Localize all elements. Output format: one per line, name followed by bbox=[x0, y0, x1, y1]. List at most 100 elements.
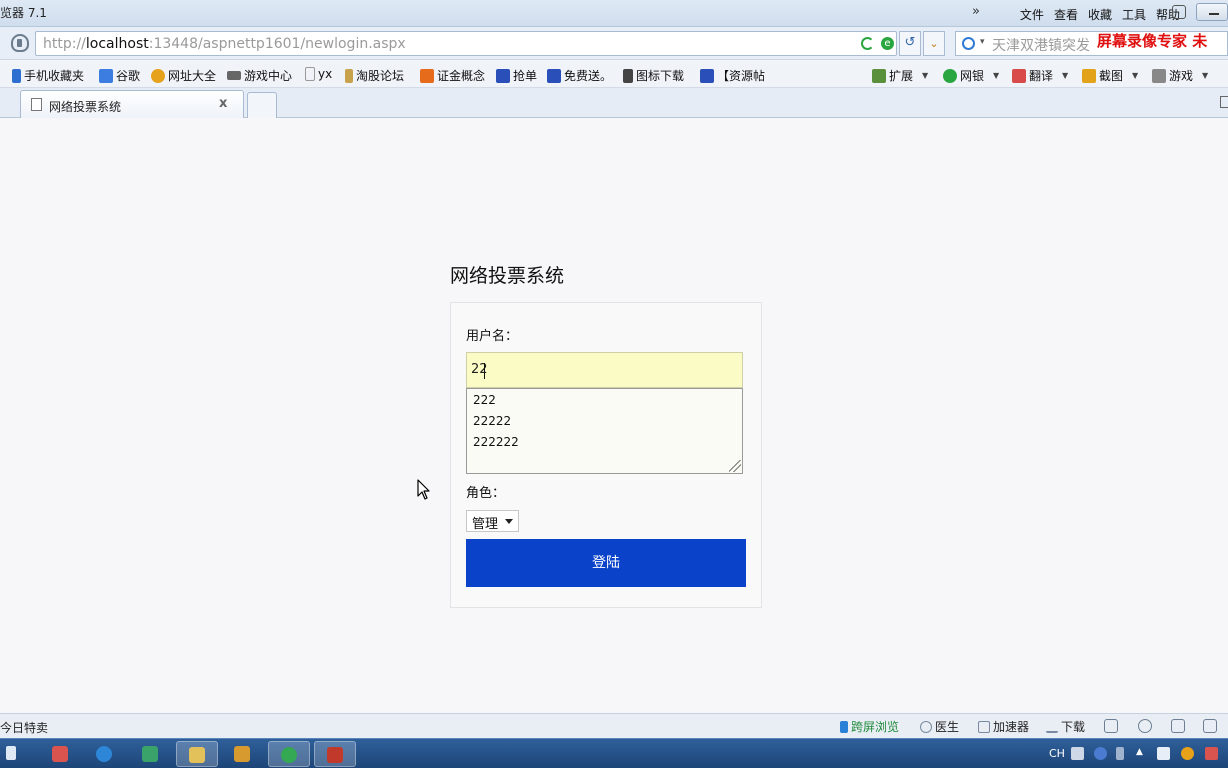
taskbar-recorder[interactable] bbox=[314, 741, 356, 767]
security-shield-icon[interactable] bbox=[11, 34, 29, 52]
tab-close-icon[interactable]: x bbox=[219, 96, 227, 111]
taskbar-app-1[interactable] bbox=[40, 741, 82, 767]
input-language[interactable]: CH bbox=[1049, 747, 1065, 760]
minimize-button[interactable] bbox=[1196, 3, 1228, 21]
status-text[interactable]: 今日特卖 bbox=[0, 719, 48, 736]
address-bar[interactable]: http://localhost:13448/aspnettp1601/newl… bbox=[35, 31, 897, 56]
taskbar-explorer[interactable] bbox=[176, 741, 218, 767]
refresh-button[interactable]: ↺ bbox=[899, 31, 921, 56]
browser-icon bbox=[281, 747, 297, 763]
tool-extensions[interactable]: 扩展 ▼ bbox=[872, 67, 928, 84]
menu-favorites[interactable]: 收藏 bbox=[1088, 6, 1112, 23]
person-icon bbox=[623, 68, 633, 83]
taskbar-browser[interactable] bbox=[268, 741, 310, 767]
page-title: 网络投票系统 bbox=[450, 265, 565, 287]
phone-icon bbox=[840, 720, 848, 733]
tool-label: 截图 bbox=[1099, 69, 1124, 83]
taskbar-app-3[interactable] bbox=[130, 741, 172, 767]
tool-games[interactable]: 游戏 ▼ bbox=[1152, 67, 1208, 84]
status-doctor[interactable]: 医生 bbox=[920, 718, 959, 735]
ie-engine-icon[interactable]: e bbox=[881, 37, 894, 50]
phone-icon bbox=[12, 68, 21, 83]
tab-vote-system[interactable]: 网络投票系统 x bbox=[20, 90, 244, 118]
mask-icon[interactable] bbox=[1104, 719, 1118, 733]
login-button[interactable]: 登陆 bbox=[466, 539, 746, 587]
menu-tools[interactable]: 工具 bbox=[1122, 6, 1146, 23]
ie-icon[interactable] bbox=[1138, 719, 1152, 733]
search-engine-dropdown[interactable]: ▾ bbox=[980, 37, 985, 47]
fav-item-yx[interactable]: yx bbox=[305, 67, 332, 81]
role-select-value: 管理 bbox=[472, 517, 499, 532]
role-select[interactable]: 管理 bbox=[466, 510, 519, 532]
fav-item-stock-forum[interactable]: 淘股论坛 bbox=[345, 67, 404, 84]
menu-more-icon[interactable]: » bbox=[972, 4, 980, 19]
tab-bar: 网络投票系统 x bbox=[0, 88, 1228, 118]
tab-list-icon[interactable] bbox=[1220, 96, 1228, 108]
skin-icon[interactable] bbox=[1172, 5, 1186, 19]
help-icon[interactable] bbox=[1094, 747, 1107, 760]
scissors-icon bbox=[1082, 68, 1096, 83]
paw-icon bbox=[547, 68, 561, 83]
fav-label: 手机收藏夹 bbox=[24, 69, 85, 83]
qq-icon[interactable] bbox=[1181, 747, 1194, 760]
url-scheme: http:// bbox=[43, 36, 86, 52]
yen-icon bbox=[943, 68, 957, 83]
status-cross-screen[interactable]: 跨屏浏览 bbox=[840, 718, 899, 735]
new-tab-button[interactable] bbox=[247, 92, 277, 118]
fav-label: yx bbox=[318, 67, 333, 81]
address-row: http://localhost:13448/aspnettp1601/newl… bbox=[0, 27, 1228, 60]
url-text[interactable]: http://localhost:13448/aspnettp1601/newl… bbox=[43, 36, 406, 52]
fav-item-games[interactable]: 游戏中心 bbox=[227, 67, 292, 84]
fav-label: 抢单 bbox=[513, 69, 538, 83]
page-icon bbox=[305, 67, 315, 81]
tab-title: 网络投票系统 bbox=[49, 100, 122, 114]
fav-item-google[interactable]: 谷歌 bbox=[99, 67, 140, 84]
status-download[interactable]: 下载 bbox=[1046, 718, 1085, 735]
menu-file[interactable]: 文件 bbox=[1020, 6, 1044, 23]
autocomplete-list[interactable]: 222 22222 222222 bbox=[466, 388, 743, 474]
fav-item-mobile[interactable]: 手机收藏夹 bbox=[12, 67, 84, 84]
gamepad-icon bbox=[227, 71, 241, 80]
tray-expand-icon[interactable]: ▲ bbox=[1136, 747, 1149, 760]
tray-app-icon[interactable] bbox=[1205, 747, 1218, 760]
address-dropdown-button[interactable]: ⌄ bbox=[923, 31, 945, 56]
google-icon bbox=[99, 68, 113, 83]
autocomplete-item[interactable]: 222222 bbox=[467, 431, 742, 452]
fav-item-icon-download[interactable]: 图标下载 bbox=[623, 67, 684, 84]
taskbar-app-5[interactable] bbox=[222, 741, 264, 767]
show-desktop-icon[interactable] bbox=[6, 746, 16, 760]
keyboard-icon[interactable] bbox=[1071, 747, 1084, 760]
tray-settings-icon[interactable] bbox=[1116, 747, 1124, 760]
window-icon[interactable] bbox=[1171, 719, 1185, 733]
text-caret bbox=[484, 363, 485, 379]
fav-item-resources[interactable]: 【资源帖 bbox=[700, 67, 765, 84]
tool-translate[interactable]: 翻译 ▼ bbox=[1012, 67, 1068, 84]
fav-label: 图标下载 bbox=[636, 69, 685, 83]
folder-icon bbox=[189, 747, 205, 763]
status-accelerator[interactable]: 加速器 bbox=[978, 718, 1029, 735]
fav-item-free[interactable]: 免费送。 bbox=[547, 67, 612, 84]
tool-label: 扩展 bbox=[889, 69, 914, 83]
resize-grip-icon[interactable] bbox=[729, 460, 741, 472]
search-input[interactable]: 天津双港镇突发 bbox=[992, 35, 1090, 55]
username-input[interactable]: 22 bbox=[466, 352, 743, 388]
fav-item-grab[interactable]: 抢单 bbox=[496, 67, 537, 84]
fav-item-securities[interactable]: 证金概念 bbox=[420, 67, 485, 84]
url-path: :13448/aspnettp1601/newlogin.aspx bbox=[148, 36, 406, 52]
favorites-bar: 手机收藏夹 谷歌 网址大全 游戏中心 yx 淘股论坛 证金概念 抢单 免费送。 … bbox=[0, 61, 1228, 88]
tool-ebank[interactable]: 网银 ▼ bbox=[943, 67, 999, 84]
app-icon bbox=[142, 746, 158, 762]
menu-view[interactable]: 查看 bbox=[1054, 6, 1078, 23]
tool-screenshot[interactable]: 截图 ▼ bbox=[1082, 67, 1138, 84]
fav-item-sites[interactable]: 网址大全 bbox=[151, 67, 216, 84]
page-icon bbox=[31, 98, 42, 111]
network-icon[interactable] bbox=[1157, 747, 1170, 760]
app-icon bbox=[52, 746, 68, 762]
autocomplete-item[interactable]: 22222 bbox=[467, 410, 742, 431]
compat-mode-icon[interactable] bbox=[861, 37, 874, 50]
search-icon[interactable] bbox=[962, 37, 975, 50]
paw-icon bbox=[496, 68, 510, 83]
taskbar-ie[interactable] bbox=[84, 741, 126, 767]
volume-icon[interactable] bbox=[1203, 719, 1217, 733]
autocomplete-item[interactable]: 222 bbox=[467, 389, 742, 410]
